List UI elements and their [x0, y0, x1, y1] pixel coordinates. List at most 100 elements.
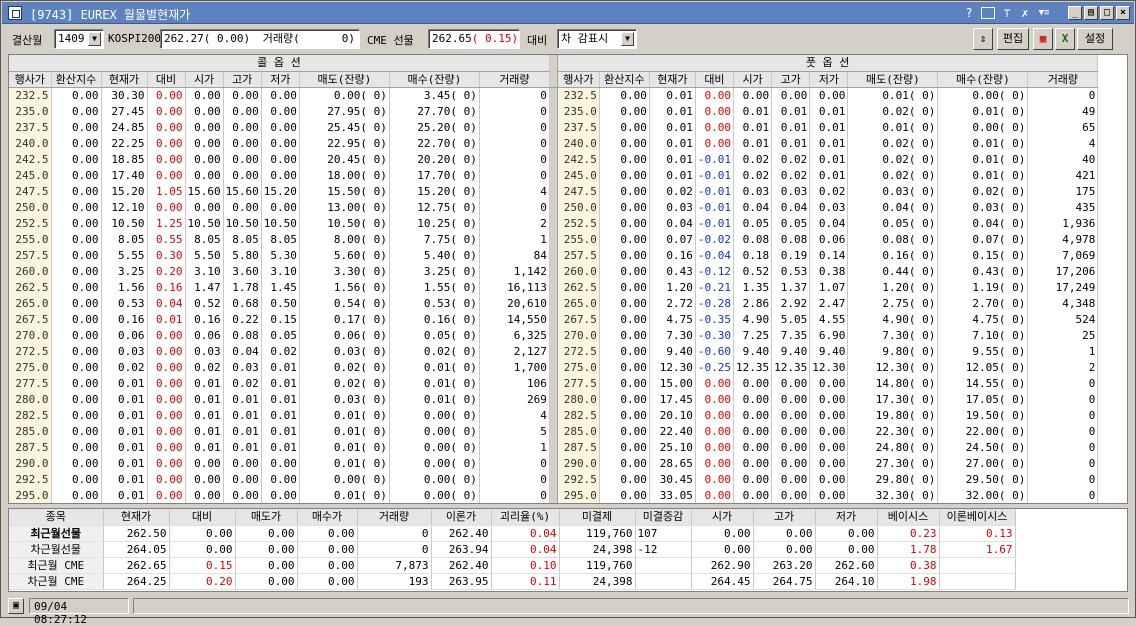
maximize-button[interactable]: □ [1100, 6, 1114, 20]
put-col-header[interactable]: 저가 [809, 71, 849, 88]
call-col-header[interactable]: 매수(잔량) [389, 71, 480, 88]
sort-button[interactable]: ⇕ [973, 28, 993, 50]
summary-col-header: 이론베이시스 [939, 509, 1016, 526]
put-col-header[interactable]: 고가 [771, 71, 811, 88]
month-select[interactable]: 1409 ▼ [54, 29, 104, 49]
summary-row[interactable]: 차근월선물 264.05 0.00 0.00 0.00 0 263.94 0.04 24,398… [9, 541, 1016, 558]
call-cell: 0.00 [261, 471, 300, 487]
put-col-header[interactable]: 매수(잔량) [937, 71, 1029, 88]
option-table: 콜 옵 션 풋 옵 션 행사가 환산지수 현재가 대비 시가 고가 저가 매도(잔량) 매수(잔… [9, 55, 1099, 503]
month-value: 1409 [58, 32, 85, 45]
link-icon[interactable]: ✗ [1018, 5, 1032, 21]
call-strike-cell: 237.5 [9, 119, 52, 135]
table-row[interactable]: 232.5 0.00 30.30 0.00 0.00 0.00 0.00 0.00( 0) 3.… [9, 87, 1099, 103]
put-cell: 0.08 [733, 231, 773, 247]
call-cell: 5.55 [101, 247, 148, 263]
restore-button[interactable]: ▤ [1084, 6, 1098, 20]
call-cell: 0.01 [101, 471, 148, 487]
summary-cell: 264.25 [103, 573, 170, 590]
status-icon[interactable]: ▣ [8, 598, 24, 614]
table-row[interactable]: 247.5 0.00 15.20 1.05 15.60 15.60 15.20 15.50( … [9, 183, 1099, 199]
summary-cell: 263.95 [431, 573, 492, 590]
window-list-icon[interactable] [981, 7, 995, 19]
excel-button[interactable]: X [1055, 28, 1075, 50]
put-cell: 27.30( 0) [847, 455, 939, 471]
table-row[interactable]: 262.5 0.00 1.56 0.16 1.47 1.78 1.45 1.56( 0) 1.5… [9, 279, 1099, 295]
put-col-header[interactable]: 환산지수 [599, 71, 650, 88]
excel-icon: X [1061, 32, 1069, 45]
call-col-header[interactable]: 저가 [261, 71, 300, 88]
table-row[interactable]: 250.0 0.00 12.10 0.00 0.00 0.00 0.00 13.00( 0) 1… [9, 199, 1099, 215]
minimize-button[interactable]: _ [1068, 6, 1082, 20]
call-col-header[interactable]: 현재가 [101, 71, 148, 88]
call-col-header[interactable]: 매도(잔량) [299, 71, 390, 88]
table-row[interactable]: 277.5 0.00 0.01 0.00 0.01 0.02 0.01 0.02( 0) 0.0… [9, 375, 1099, 391]
summary-row[interactable]: 최근월선물 262.50 0.00 0.00 0.00 0 262.40 0.04 119,76… [9, 525, 1016, 542]
call-col-header[interactable]: 거래량 [479, 71, 550, 88]
summary-cell: 24,398 [559, 573, 636, 590]
table-row[interactable]: 240.0 0.00 22.25 0.00 0.00 0.00 0.00 22.95( 0) 2… [9, 135, 1099, 151]
menu-icon[interactable]: ▼≡ [1036, 5, 1052, 21]
summary-row[interactable]: 최근월 CME 262.65 0.15 0.00 0.00 7,873 262.40 0.10… [9, 557, 1016, 574]
call-cell: 0 [479, 455, 550, 471]
put-col-header[interactable]: 매도(잔량) [847, 71, 939, 88]
call-cell: 0 [479, 119, 550, 135]
table-row[interactable]: 275.0 0.00 0.02 0.00 0.02 0.03 0.01 0.02( 0) 0.0… [9, 359, 1099, 375]
chevron-down-icon[interactable]: ▼ [88, 32, 101, 46]
put-col-header[interactable]: 현재가 [649, 71, 696, 88]
table-row[interactable]: 265.0 0.00 0.53 0.04 0.52 0.68 0.50 0.54( 0) 0.5… [9, 295, 1099, 311]
close-button[interactable]: × [1116, 6, 1130, 20]
call-col-header[interactable]: 행사가 [9, 71, 52, 88]
call-col-header[interactable]: 시가 [185, 71, 224, 88]
call-cell: 0.01( 0) [299, 487, 390, 503]
table-row[interactable]: 257.5 0.00 5.55 0.30 5.50 5.80 5.30 5.60( 0) 5.4… [9, 247, 1099, 263]
table-row[interactable]: 272.5 0.00 0.03 0.00 0.03 0.04 0.02 0.03( 0) 0.0… [9, 343, 1099, 359]
help-icon[interactable]: ? [963, 5, 975, 21]
pin-icon[interactable]: ⊤ [1000, 5, 1014, 21]
table-row[interactable]: 270.0 0.00 0.06 0.00 0.06 0.08 0.05 0.06( 0) 0.0… [9, 327, 1099, 343]
put-strike-cell: 275.0 [557, 359, 600, 375]
table-row[interactable]: 260.0 0.00 3.25 0.20 3.10 3.60 3.10 3.30( 0) 3.2… [9, 263, 1099, 279]
put-col-header[interactable]: 시가 [733, 71, 773, 88]
instrument-name: 최근월선물 [9, 525, 104, 542]
compare-select[interactable]: 차 감표시 ▼ [557, 29, 637, 49]
call-strike-cell: 287.5 [9, 439, 52, 455]
call-cell: 0.00 [51, 391, 102, 407]
table-row[interactable]: 295.0 0.00 0.01 0.00 0.00 0.00 0.00 0.01( 0) 0.0… [9, 487, 1099, 503]
put-cell: -0.30 [695, 327, 735, 343]
table-row[interactable]: 282.5 0.00 0.01 0.00 0.01 0.01 0.01 0.01( 0) 0.0… [9, 407, 1099, 423]
table-row[interactable]: 252.5 0.00 10.50 1.25 10.50 10.50 10.50 10.50( … [9, 215, 1099, 231]
table-row[interactable]: 235.0 0.00 27.45 0.00 0.00 0.00 0.00 27.95( 0) 2… [9, 103, 1099, 119]
call-cell: 5.60( 0) [299, 247, 390, 263]
call-col-header[interactable]: 대비 [147, 71, 186, 88]
put-cell: 0.07( 0) [937, 231, 1029, 247]
table-row[interactable]: 280.0 0.00 0.01 0.00 0.01 0.01 0.01 0.03( 0) 0.0… [9, 391, 1099, 407]
chevron-down-icon[interactable]: ▼ [621, 32, 634, 46]
table-row[interactable]: 285.0 0.00 0.01 0.00 0.01 0.01 0.01 0.01( 0) 0.0… [9, 423, 1099, 439]
call-col-header[interactable]: 고가 [223, 71, 262, 88]
table-row[interactable]: 237.5 0.00 24.85 0.00 0.00 0.00 0.00 25.45( 0) 2… [9, 119, 1099, 135]
call-cell: 0.00 [147, 391, 186, 407]
summary-header-row: 종목 현재가 대비 매도가 매수가 거래량 이론가 괴리율(%) 미결제 미결증감 시가 고가 저가 베이… [9, 509, 1016, 526]
table-row[interactable]: 245.0 0.00 17.40 0.00 0.00 0.00 0.00 18.00( 0) 1… [9, 167, 1099, 183]
put-cell: 9.40 [809, 343, 849, 359]
table-row[interactable]: 287.5 0.00 0.01 0.00 0.01 0.01 0.01 0.01( 0) 0.0… [9, 439, 1099, 455]
put-col-header[interactable]: 대비 [695, 71, 735, 88]
summary-cell: 1.98 [877, 573, 940, 590]
settings-button[interactable]: 설정 [1077, 28, 1113, 50]
table-row[interactable]: 292.5 0.00 0.01 0.00 0.00 0.00 0.00 0.00( 0) 0.0… [9, 471, 1099, 487]
table-row[interactable]: 255.0 0.00 8.05 0.55 8.05 8.05 8.05 8.00( 0) 7.7… [9, 231, 1099, 247]
call-cell: 3.10 [185, 263, 224, 279]
table-row[interactable]: 267.5 0.00 0.16 0.01 0.16 0.22 0.15 0.17( 0) 0.1… [9, 311, 1099, 327]
summary-row[interactable]: 차근월 CME 264.25 0.20 0.00 0.00 193 263.95 0.11 24… [9, 573, 1016, 590]
call-col-header[interactable]: 환산지수 [51, 71, 102, 88]
summary-cell: 0.00 [753, 541, 816, 558]
calendar-button[interactable]: ▦ [1033, 28, 1053, 50]
call-cell: 0.01 [261, 391, 300, 407]
call-cell: 16,113 [479, 279, 550, 295]
put-col-header[interactable]: 거래량 [1027, 71, 1099, 88]
edit-button[interactable]: 편집 [997, 28, 1029, 50]
table-row[interactable]: 290.0 0.00 0.01 0.00 0.00 0.00 0.00 0.01( 0) 0.0… [9, 455, 1099, 471]
table-row[interactable]: 242.5 0.00 18.85 0.00 0.00 0.00 0.00 20.45( 0) 2… [9, 151, 1099, 167]
put-col-header[interactable]: 행사가 [557, 71, 600, 88]
